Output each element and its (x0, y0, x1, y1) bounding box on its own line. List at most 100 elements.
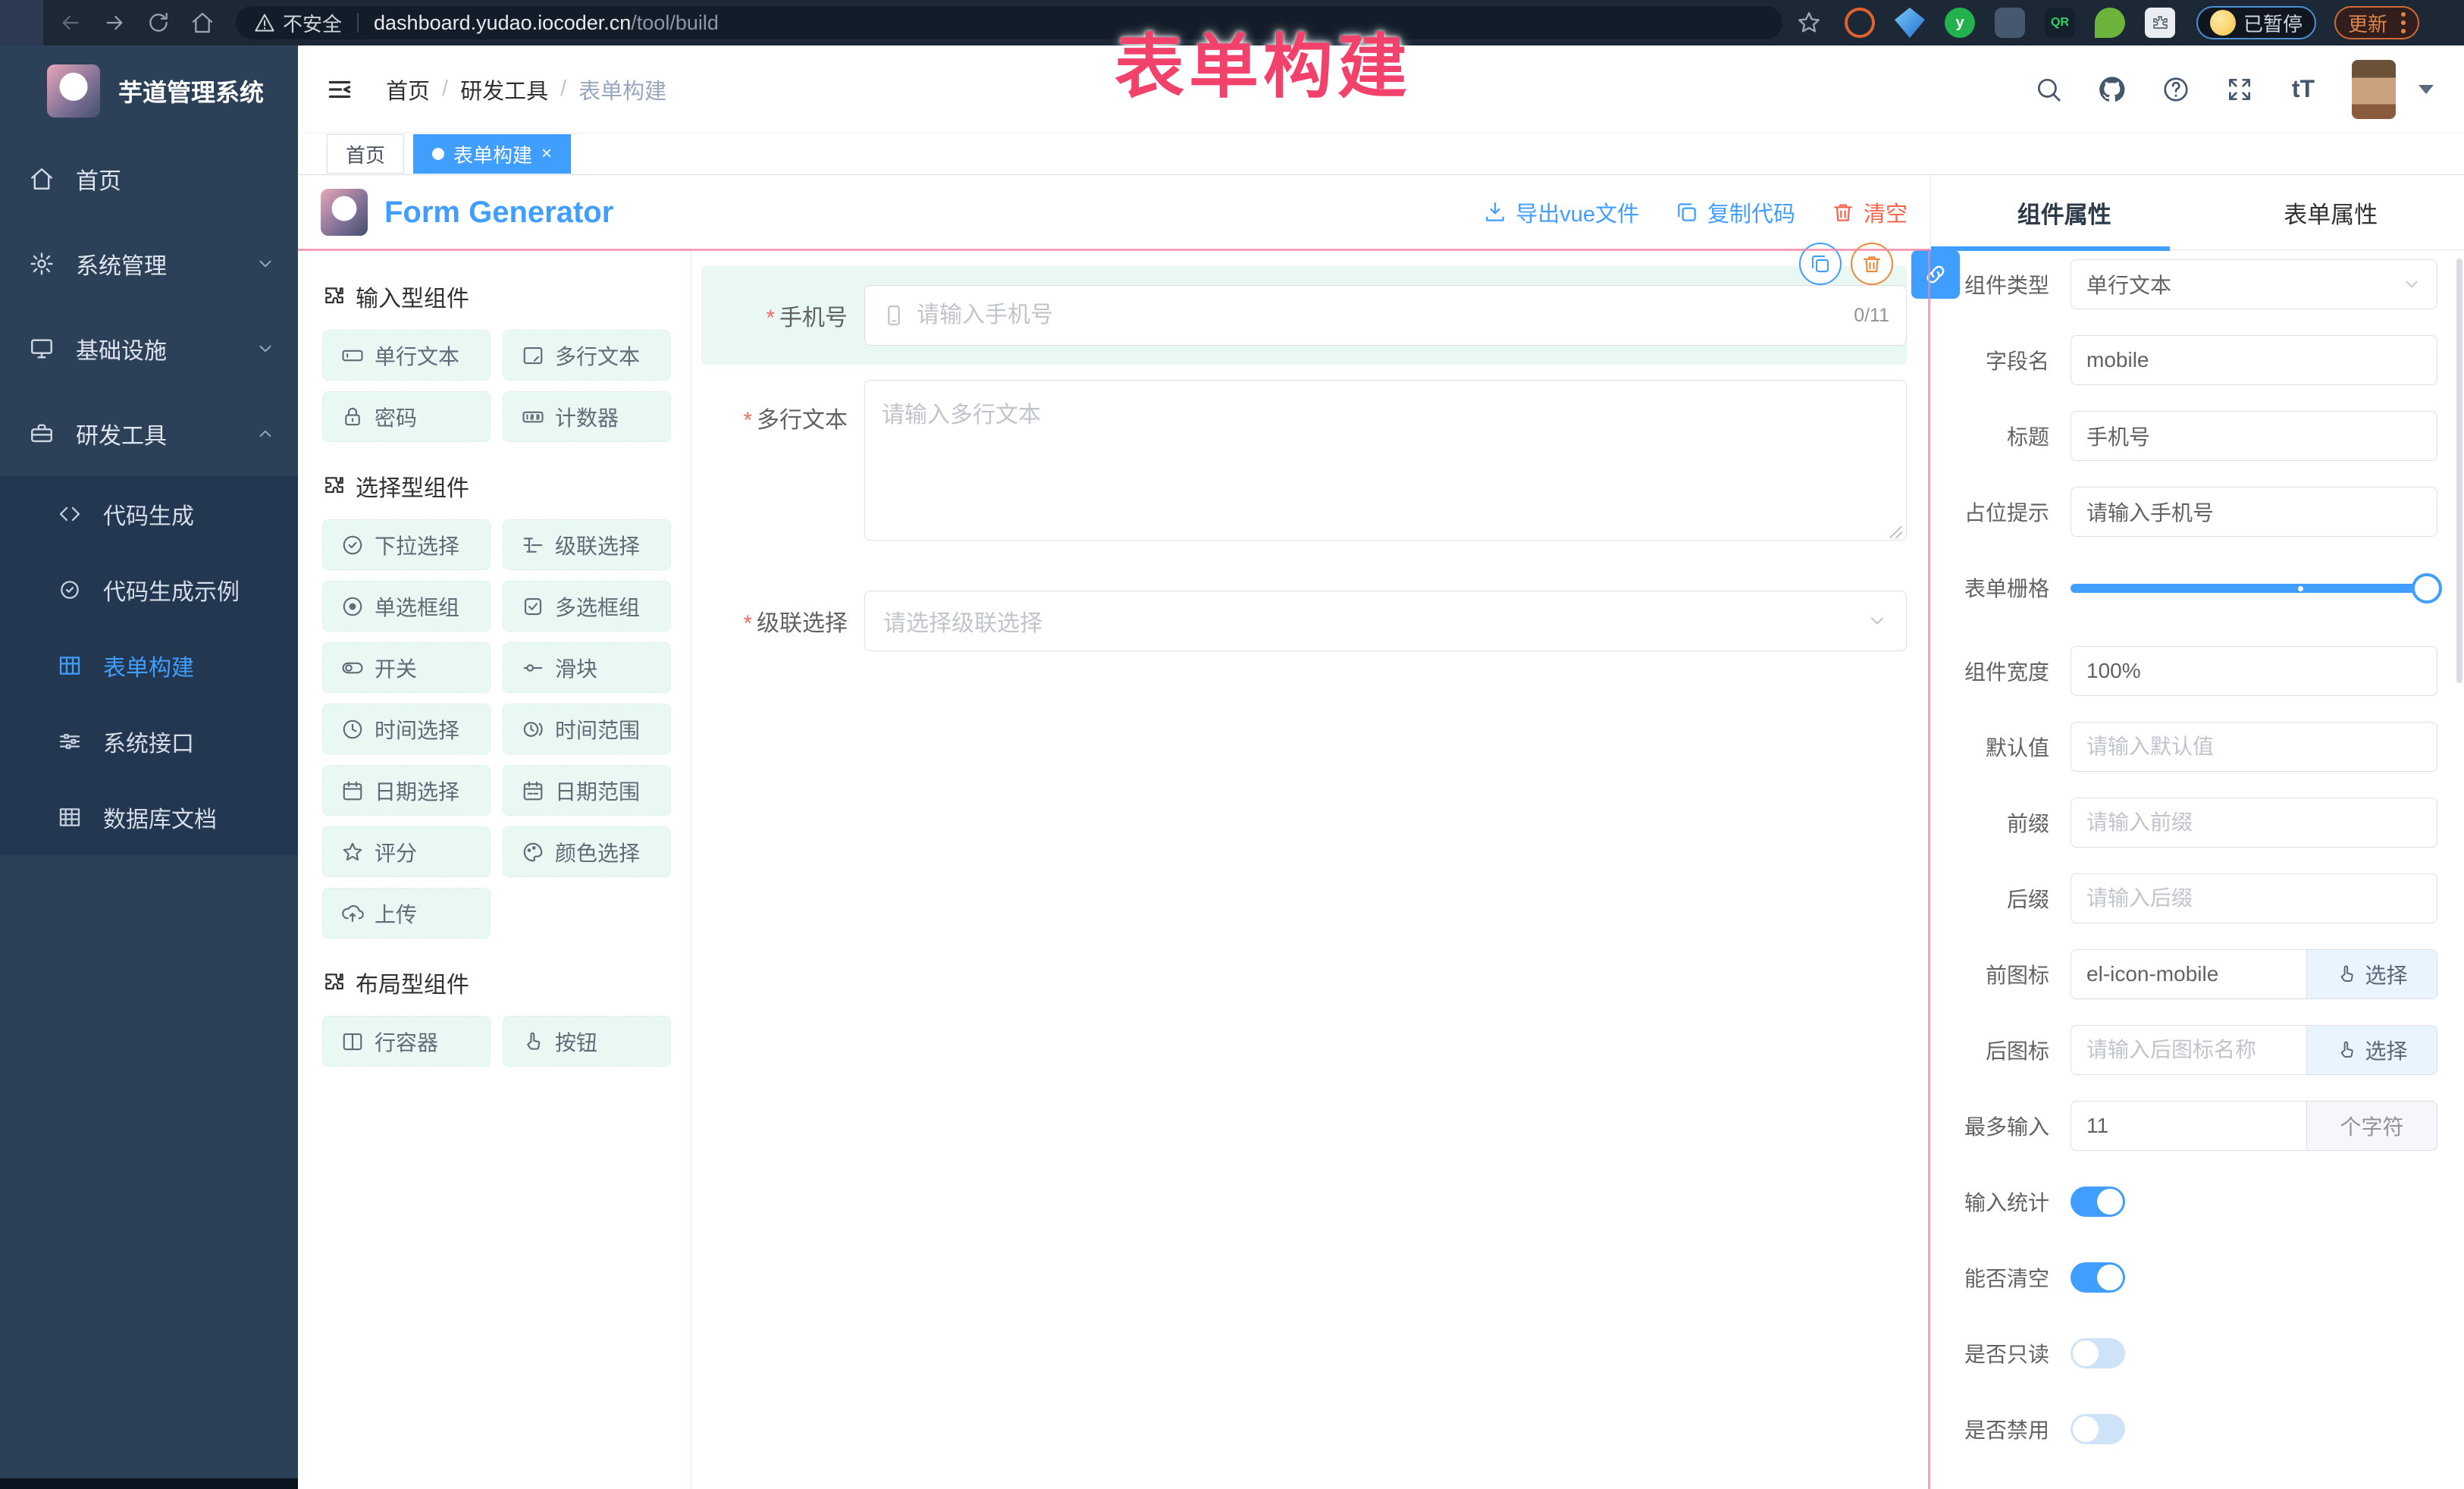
mobile-input[interactable]: 0/11 (864, 285, 1907, 346)
search-icon[interactable] (2033, 74, 2064, 105)
tag-close-icon[interactable]: × (541, 143, 552, 165)
sidebar-item-system-api[interactable]: 系统接口 (0, 704, 298, 779)
disabled-toggle[interactable] (2071, 1414, 2125, 1444)
slider-handle[interactable] (2412, 573, 2442, 603)
suffix-input[interactable] (2086, 886, 2422, 911)
sidebar-item-devtools[interactable]: 研发工具 (0, 391, 298, 476)
component-type-select[interactable]: 单行文本 (2071, 259, 2437, 309)
sidebar-fold-icon[interactable] (325, 75, 354, 104)
textarea-field[interactable] (864, 380, 1907, 541)
mobile-input-field[interactable] (917, 303, 1843, 328)
component-slider[interactable]: 滑块 (503, 642, 671, 693)
component-checkbox-group[interactable]: 多选框组 (503, 581, 671, 632)
suffix-icon-select-button[interactable]: 选择 (2307, 1025, 2437, 1075)
extension-orange-icon[interactable] (1845, 8, 1875, 38)
prefix-input[interactable] (2086, 810, 2422, 835)
browser-menu-icon[interactable] (2401, 12, 2406, 33)
component-time-range[interactable]: 时间范围 (503, 704, 671, 754)
word-stats-toggle[interactable] (2071, 1186, 2125, 1217)
clearable-toggle[interactable] (2071, 1262, 2125, 1293)
app-logo-row[interactable]: 芋道管理系统 (0, 45, 298, 136)
default-value-input[interactable] (2086, 735, 2422, 759)
title-input[interactable] (2086, 424, 2422, 448)
form-canvas[interactable]: 手机号 0/11 多行文本 级联选择 请选择级联选择 (691, 251, 1930, 1489)
component-color-picker[interactable]: 颜色选择 (503, 826, 671, 877)
component-date-picker[interactable]: 日期选择 (322, 765, 491, 816)
avatar-caret-icon[interactable] (2419, 85, 2434, 94)
counter-123-icon (522, 406, 544, 428)
resize-grip-icon[interactable] (1890, 526, 1902, 538)
component-row-container[interactable]: 行容器 (322, 1016, 491, 1067)
breadcrumb-home[interactable]: 首页 (386, 74, 430, 105)
sidebar-item-infra[interactable]: 基础设施 (0, 306, 298, 391)
font-size-icon[interactable]: tT (2288, 74, 2318, 105)
browser-reload-button[interactable] (142, 6, 175, 39)
link-toggle-button[interactable] (1911, 250, 1960, 299)
bookmark-star-icon[interactable] (1796, 10, 1822, 36)
form-grid-slider[interactable] (2071, 563, 2437, 613)
width-input[interactable] (2086, 659, 2422, 683)
prefix-icon-select-button[interactable]: 选择 (2307, 949, 2437, 999)
copy-code-button[interactable]: 复制代码 (1674, 196, 1795, 228)
lock-icon (341, 406, 364, 428)
cascader-select[interactable]: 请选择级联选择 (864, 591, 1907, 651)
extension-qr-icon[interactable]: QR (2045, 8, 2075, 38)
canvas-field-cascader[interactable]: 级联选择 请选择级联选择 (701, 591, 1907, 651)
clear-button[interactable]: 清空 (1830, 196, 1908, 228)
github-icon[interactable] (2097, 74, 2127, 105)
tab-component-props[interactable]: 组件属性 (1931, 175, 2198, 249)
browser-update-button[interactable]: 更新 (2334, 6, 2419, 39)
placeholder-input[interactable] (2086, 500, 2422, 524)
extensions-puzzle-icon[interactable] (2145, 8, 2175, 38)
component-select[interactable]: 下拉选择 (322, 519, 491, 570)
tag-home[interactable]: 首页 (327, 134, 404, 174)
field-name-input[interactable] (2086, 348, 2422, 372)
breadcrumb-devtools[interactable]: 研发工具 (460, 74, 548, 105)
sidebar-item-code-generation[interactable]: 代码生成 (0, 476, 298, 552)
readonly-toggle[interactable] (2071, 1338, 2125, 1368)
suffix-icon-input[interactable] (2086, 1038, 2291, 1062)
tag-form-builder[interactable]: 表单构建 × (413, 134, 571, 174)
extension-y-icon[interactable]: y (1945, 8, 1975, 38)
prefix-icon-input[interactable] (2086, 962, 2291, 986)
sidebar-item-code-demo[interactable]: 代码生成示例 (0, 552, 298, 628)
profile-paused-badge[interactable]: 已暂停 (2196, 6, 2316, 39)
component-radio-group[interactable]: 单选框组 (322, 581, 491, 632)
prop-row-default: 默认值 (1949, 722, 2437, 772)
component-cascader[interactable]: 级联选择 (503, 519, 671, 570)
address-bar[interactable]: 不安全 dashboard.yudao.iocoder.cn/tool/buil… (236, 6, 1782, 39)
help-icon[interactable] (2161, 74, 2191, 105)
sidebar-item-system[interactable]: 系统管理 (0, 221, 298, 306)
sidebar-item-db-doc[interactable]: 数据库文档 (0, 779, 298, 855)
component-time-picker[interactable]: 时间选择 (322, 704, 491, 754)
user-avatar[interactable] (2352, 60, 2396, 119)
tab-form-props[interactable]: 表单属性 (2198, 175, 2464, 249)
component-button[interactable]: 按钮 (503, 1016, 671, 1067)
browser-forward-button[interactable] (98, 6, 131, 39)
component-password[interactable]: 密码 (322, 391, 491, 442)
canvas-field-textarea[interactable]: 多行文本 (701, 380, 1907, 541)
extension-plant-icon[interactable] (2095, 8, 2125, 38)
extension-gem-icon[interactable] (1895, 8, 1925, 38)
panel-scrollbar[interactable] (2456, 259, 2462, 683)
export-vue-button[interactable]: 导出vue文件 (1482, 196, 1639, 228)
component-counter[interactable]: 计数器 (503, 391, 671, 442)
browser-back-button[interactable] (54, 6, 87, 39)
browser-home-button[interactable] (186, 6, 219, 39)
sidebar-item-form-builder[interactable]: 表单构建 (0, 628, 298, 704)
fullscreen-icon[interactable] (2224, 74, 2255, 105)
component-rate[interactable]: 评分 (322, 826, 491, 877)
properties-panel: 组件属性 表单属性 组件类型 单行文本 字段名 标题 (1930, 175, 2464, 1489)
component-upload[interactable]: 上传 (322, 888, 491, 939)
sidebar-item-home[interactable]: 首页 (0, 136, 298, 221)
component-textarea[interactable]: 多行文本 (503, 330, 671, 381)
slider-track[interactable] (2071, 584, 2437, 593)
component-single-line-text[interactable]: 单行文本 (322, 330, 491, 381)
component-switch[interactable]: 开关 (322, 642, 491, 693)
component-date-range[interactable]: 日期范围 (503, 765, 671, 816)
extension-grey-icon[interactable] (1995, 8, 2025, 38)
maxlength-input[interactable] (2086, 1114, 2291, 1138)
canvas-field-mobile[interactable]: 手机号 0/11 (701, 266, 1907, 365)
puzzle-icon (322, 284, 346, 309)
section-select-components: 选择型组件 (322, 469, 691, 503)
